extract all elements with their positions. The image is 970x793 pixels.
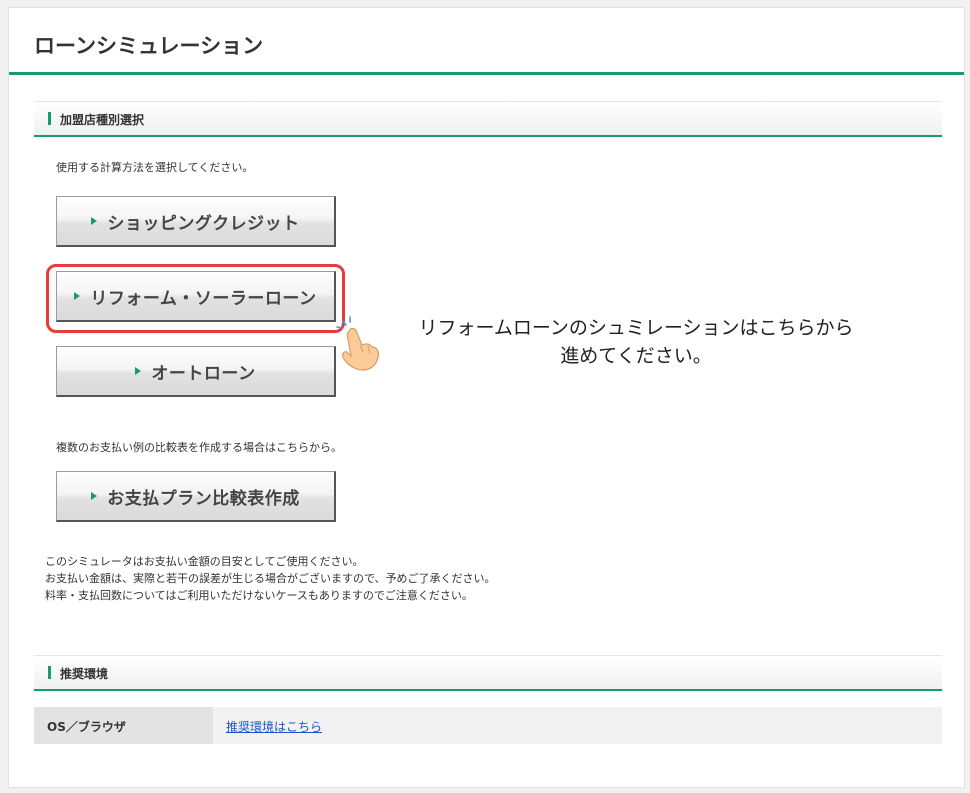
table-row-header: OS／ブラウザ (34, 707, 213, 744)
page-title: ローンシミュレーション (34, 34, 264, 58)
shopping-credit-button[interactable]: ショッピングクレジット (56, 196, 336, 247)
recommended-environment-link[interactable]: 推奨環境はこちら (226, 718, 322, 735)
button-label: ショッピングクレジット (107, 213, 300, 234)
main-card: ローンシミュレーション 加盟店種別選択 使用する計算方法を選択してください。 シ… (8, 7, 965, 788)
compare-intro-text: 複数のお支払い例の比較表を作成する場合はこちらから。 (56, 441, 342, 454)
arrow-right-icon (91, 217, 98, 225)
note-line: このシミュレータはお支払い金額の目安としてご使用ください。 (45, 555, 364, 568)
disclaimer-notes: このシミュレータはお支払い金額の目安としてご使用ください。 お支払い金額は、実際… (45, 553, 496, 604)
reform-solar-loan-button[interactable]: リフォーム・ソーラーローン (56, 271, 336, 322)
auto-loan-button[interactable]: オートローン (56, 346, 336, 397)
arrow-right-icon (74, 292, 81, 300)
button-label: お支払プラン比較表作成 (107, 488, 300, 509)
note-line: 料率・支払回数についてはご利用いただけないケースもありますのでご注意ください。 (45, 589, 473, 602)
callout-line: リフォームローンのシュミレーションはこちらから (418, 317, 854, 339)
environment-table: OS／ブラウザ 推奨環境はこちら (34, 707, 942, 744)
note-line: お支払い金額は、実際と若干の誤差が生じる場合がございますので、予めご了承ください… (45, 572, 496, 585)
page-header: ローンシミュレーション (9, 8, 964, 75)
callout-annotation: リフォームローンのシュミレーションはこちらから 進めてください。 (380, 314, 892, 370)
arrow-right-icon (91, 492, 98, 500)
arrow-right-icon (135, 367, 142, 375)
button-label: オートローン (151, 363, 256, 384)
os-browser-label: OS／ブラウザ (47, 720, 126, 734)
section-marker (48, 666, 51, 679)
section-title: 推奨環境 (60, 667, 109, 681)
callout-line: 進めてください。 (560, 345, 712, 367)
payment-plan-compare-button[interactable]: お支払プラン比較表作成 (56, 471, 336, 522)
merchant-type-section-header: 加盟店種別選択 (34, 101, 942, 137)
section-title: 加盟店種別選択 (60, 113, 145, 127)
environment-section-header: 推奨環境 (34, 655, 942, 691)
button-label: リフォーム・ソーラーローン (90, 288, 317, 309)
pointing-hand-icon (336, 316, 380, 371)
section-marker (48, 112, 51, 125)
instruction-text: 使用する計算方法を選択してください。 (56, 161, 254, 174)
